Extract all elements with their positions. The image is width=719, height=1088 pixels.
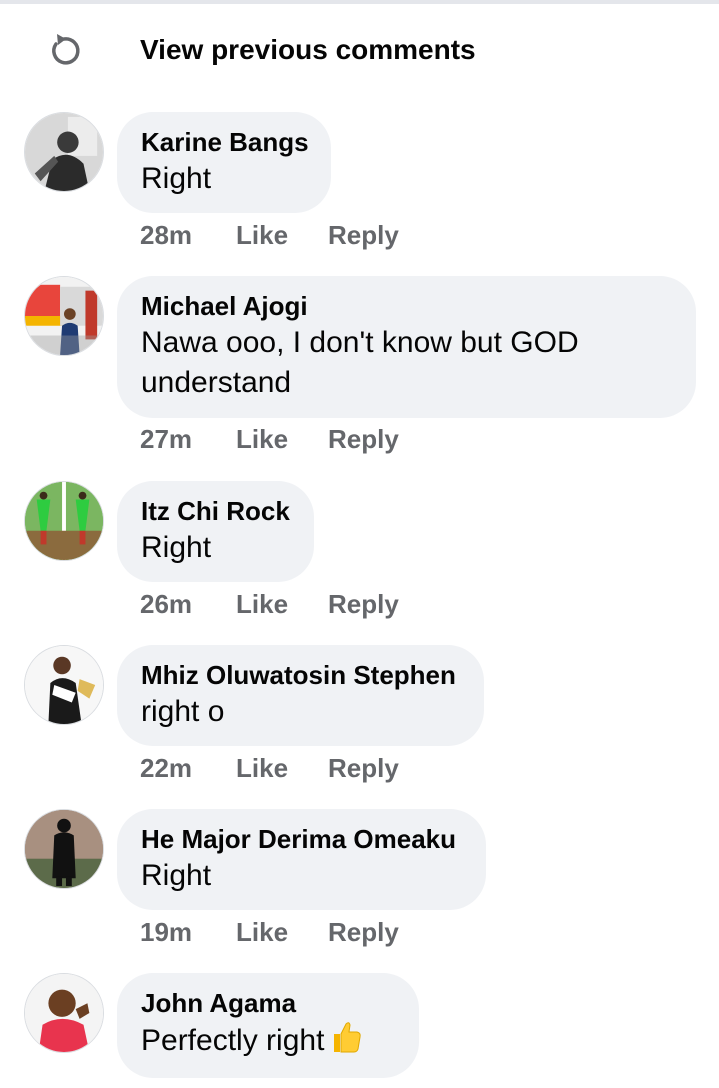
- avatar[interactable]: [24, 809, 104, 889]
- reply-button[interactable]: Reply: [328, 218, 399, 252]
- reply-button[interactable]: Reply: [328, 422, 399, 456]
- comment-bubble: Karine Bangs Right: [117, 112, 331, 213]
- like-button[interactable]: Like: [236, 751, 328, 785]
- comment-meta: 26m Like Reply: [140, 587, 399, 621]
- comment-meta: 22m Like Reply: [140, 751, 399, 785]
- comment-time[interactable]: 22m: [140, 751, 236, 785]
- avatar[interactable]: [24, 112, 104, 192]
- avatar[interactable]: [24, 481, 104, 561]
- reply-button[interactable]: Reply: [328, 751, 399, 785]
- avatar[interactable]: [24, 973, 104, 1053]
- view-previous-comments-link[interactable]: View previous comments: [0, 22, 719, 78]
- comment-author[interactable]: Karine Bangs: [141, 125, 309, 159]
- comment-text: Right: [141, 162, 212, 195]
- comment-text: Right: [141, 859, 212, 892]
- comment-meta: 19m Like Reply: [140, 915, 399, 949]
- like-button[interactable]: Like: [236, 218, 328, 252]
- comment-author[interactable]: He Major Derima Omeaku: [141, 822, 462, 856]
- comment-bubble: Itz Chi Rock Right: [117, 481, 314, 582]
- view-previous-comments-label: View previous comments: [140, 34, 476, 65]
- comment-time[interactable]: 27m: [140, 422, 236, 456]
- comment-bubble: John Agama Perfectly right: [117, 973, 419, 1078]
- comment-text: Right: [141, 531, 212, 564]
- like-button[interactable]: Like: [236, 587, 328, 621]
- reply-button[interactable]: Reply: [328, 915, 399, 949]
- comment-bubble: Mhiz Oluwatosin Stephen right o: [117, 645, 484, 746]
- refresh-icon: [52, 34, 80, 65]
- comment-author[interactable]: Mhiz Oluwatosin Stephen: [141, 658, 460, 692]
- avatar[interactable]: [24, 645, 104, 725]
- comment-time[interactable]: 26m: [140, 587, 236, 621]
- avatar[interactable]: [24, 276, 104, 356]
- comment-text: Perfectly right: [141, 1024, 325, 1057]
- reply-button[interactable]: Reply: [328, 587, 399, 621]
- comment-time[interactable]: 28m: [140, 218, 236, 252]
- like-button[interactable]: Like: [236, 915, 328, 949]
- top-divider: [0, 0, 719, 4]
- comment-text-row: Perfectly right: [141, 1020, 395, 1061]
- comment-bubble: Michael Ajogi Nawa ooo, I don't know but…: [117, 276, 696, 418]
- thumbs-up-emoji: [334, 1022, 362, 1053]
- comment-meta: 28m Like Reply: [140, 218, 399, 252]
- comment-author[interactable]: Michael Ajogi: [141, 289, 672, 323]
- comment-text: Nawa ooo, I don't know but GOD understan…: [141, 326, 579, 399]
- comment-author[interactable]: Itz Chi Rock: [141, 494, 290, 528]
- comment-meta: 27m Like Reply: [140, 422, 399, 456]
- comment-bubble: He Major Derima Omeaku Right: [117, 809, 486, 910]
- comment-time[interactable]: 19m: [140, 915, 236, 949]
- like-button[interactable]: Like: [236, 422, 328, 456]
- comment-text: right o: [141, 695, 225, 728]
- comment-author[interactable]: John Agama: [141, 986, 395, 1020]
